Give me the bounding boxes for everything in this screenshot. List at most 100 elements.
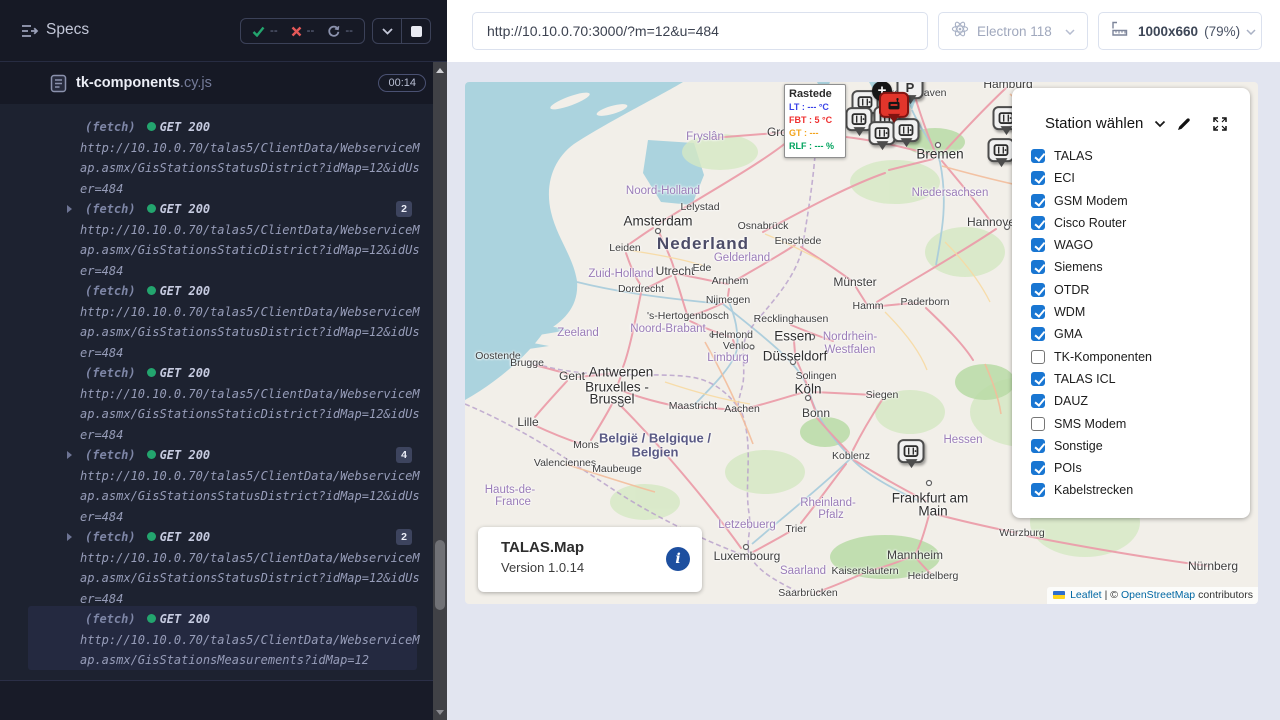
station-select-label[interactable]: Station wählen	[1045, 115, 1143, 132]
checkbox-label: OTDR	[1054, 283, 1089, 297]
log-entry[interactable]: (fetch)GET 200http://10.10.0.70/talas5/C…	[0, 281, 433, 363]
log-url: http://10.10.0.70/talas5/ClientData/Webs…	[80, 220, 422, 282]
log-entry[interactable]: (fetch)GET 200http://10.10.0.70/talas5/C…	[0, 609, 433, 671]
fullscreen-expand-icon[interactable]	[1212, 116, 1228, 132]
checkbox[interactable]	[1031, 350, 1045, 364]
checkbox[interactable]	[1031, 171, 1045, 185]
map-label: Lille	[517, 415, 538, 429]
checkbox-label: Siemens	[1054, 260, 1103, 274]
checkbox[interactable]	[1031, 394, 1045, 408]
expand-chevron-icon[interactable]	[67, 205, 72, 213]
station-filter-item[interactable]: SMS Modem	[1031, 417, 1250, 431]
scroll-up-arrow[interactable]	[433, 64, 447, 76]
log-type: (fetch)	[85, 120, 136, 134]
status-dot-icon	[147, 614, 156, 623]
map-label: Aachen	[724, 403, 760, 415]
map-label: België / Belgique /	[599, 431, 711, 446]
checkbox[interactable]	[1031, 149, 1045, 163]
log-entry[interactable]: (fetch)GET 2002http://10.10.0.70/talas5/…	[0, 527, 433, 609]
station-filter-item[interactable]: Cisco Router	[1031, 216, 1250, 230]
station-panel-header: Station wählen	[1012, 88, 1250, 132]
map-label: Zuid-Holland	[588, 268, 653, 280]
checkbox-label: GSM Modem	[1054, 194, 1128, 208]
checkbox[interactable]	[1031, 216, 1045, 230]
checkbox-label: SMS Modem	[1054, 417, 1126, 431]
log-entry[interactable]: (fetch)GET 200http://10.10.0.70/talas5/C…	[0, 363, 433, 445]
station-marker[interactable]	[988, 138, 1015, 162]
specs-menu-icon[interactable]	[20, 23, 40, 44]
station-filter-item[interactable]: Kabelstrecken	[1031, 483, 1250, 497]
status-dot-icon	[147, 450, 156, 459]
map[interactable]: HamburgBremerhavenGroningenFryslânBremen…	[465, 82, 1258, 604]
sidebar-scrollbar[interactable]	[433, 62, 447, 720]
checkbox[interactable]	[1031, 238, 1045, 252]
station-filter-item[interactable]: Siemens	[1031, 260, 1250, 274]
station-filter-item[interactable]: Sonstige	[1031, 439, 1250, 453]
log-url: http://10.10.0.70/talas5/ClientData/Webs…	[80, 548, 422, 610]
url-input[interactable]	[472, 12, 928, 50]
selected-station-marker[interactable]	[879, 92, 909, 118]
station-filter-item[interactable]: WAGO	[1031, 238, 1250, 252]
checkbox[interactable]	[1031, 260, 1045, 274]
station-filter-item[interactable]: TALAS ICL	[1031, 372, 1250, 386]
scroll-down-arrow[interactable]	[433, 706, 447, 718]
station-marker[interactable]	[898, 439, 925, 463]
checkbox[interactable]	[1031, 483, 1045, 497]
log-entry[interactable]: (fetch)GET 2004http://10.10.0.70/talas5/…	[0, 445, 433, 527]
spec-duration-badge: 00:14	[378, 74, 426, 92]
leaflet-link[interactable]: Leaflet	[1070, 589, 1102, 601]
viewport-select[interactable]: 1000x660 (79%)	[1098, 12, 1262, 50]
log-method-status: GET 200	[160, 448, 211, 462]
spec-name: tk-components	[76, 75, 180, 91]
spec-file-row[interactable]: tk-components.cy.js 00:14	[0, 63, 433, 104]
map-label: Saarland	[780, 565, 826, 577]
checkbox[interactable]	[1031, 305, 1045, 319]
checkbox[interactable]	[1031, 439, 1045, 453]
tooltip-measurement: RLF : --- %	[789, 140, 841, 153]
checkbox-label: TALAS ICL	[1054, 372, 1116, 386]
station-filter-item[interactable]: OTDR	[1031, 283, 1250, 297]
map-label: Nürnberg	[1188, 559, 1238, 573]
log-method-status: GET 200	[160, 120, 211, 134]
stop-button[interactable]	[402, 19, 430, 43]
checkbox-label: TALAS	[1054, 149, 1093, 163]
station-filter-item[interactable]: TK-Komponenten	[1031, 350, 1250, 364]
osm-link[interactable]: OpenStreetMap	[1121, 589, 1195, 601]
edit-pencil-icon[interactable]	[1176, 116, 1192, 132]
map-label: Osnabrück	[738, 220, 789, 232]
checkbox[interactable]	[1031, 194, 1045, 208]
tooltip-measurement: LT : --- °C	[789, 101, 841, 114]
map-label: Würzburg	[999, 527, 1045, 539]
browser-select[interactable]: Electron 118	[938, 12, 1088, 50]
station-filter-item[interactable]: DAUZ	[1031, 394, 1250, 408]
log-entry[interactable]: (fetch)GET 2002http://10.10.0.70/talas5/…	[0, 199, 433, 281]
expand-chevron-icon[interactable]	[67, 451, 72, 459]
expand-chevron-icon[interactable]	[67, 533, 72, 541]
station-filter-item[interactable]: POIs	[1031, 461, 1250, 475]
checkbox-label: WAGO	[1054, 238, 1093, 252]
map-label: Niedersachsen	[912, 187, 989, 199]
checkbox[interactable]	[1031, 283, 1045, 297]
station-filter-item[interactable]: TALAS	[1031, 149, 1250, 163]
map-label: Hamm	[853, 300, 884, 312]
log-entry[interactable]: (fetch)GET 200http://10.10.0.70/talas5/C…	[0, 117, 433, 199]
map-label: Nijmegen	[706, 294, 750, 306]
checkbox[interactable]	[1031, 461, 1045, 475]
scrollbar-thumb[interactable]	[435, 540, 445, 610]
station-filter-item[interactable]: ECI	[1031, 171, 1250, 185]
status-dot-icon	[147, 286, 156, 295]
checkbox[interactable]	[1031, 417, 1045, 431]
map-label: Bremen	[916, 147, 963, 162]
collapse-chevron-icon[interactable]	[373, 19, 401, 43]
tooltip-measurement: GT : ---	[789, 127, 841, 140]
map-label: Mons	[573, 439, 599, 451]
spec-extension: .cy.js	[180, 75, 212, 91]
info-icon[interactable]: i	[666, 547, 690, 571]
station-filter-item[interactable]: GMA	[1031, 327, 1250, 341]
checkbox[interactable]	[1031, 372, 1045, 386]
station-filter-item[interactable]: WDM	[1031, 305, 1250, 319]
checkbox[interactable]	[1031, 327, 1045, 341]
station-filter-item[interactable]: GSM Modem	[1031, 194, 1250, 208]
test-stats[interactable]: ------	[240, 18, 365, 44]
chevron-down-icon[interactable]	[1154, 120, 1166, 128]
